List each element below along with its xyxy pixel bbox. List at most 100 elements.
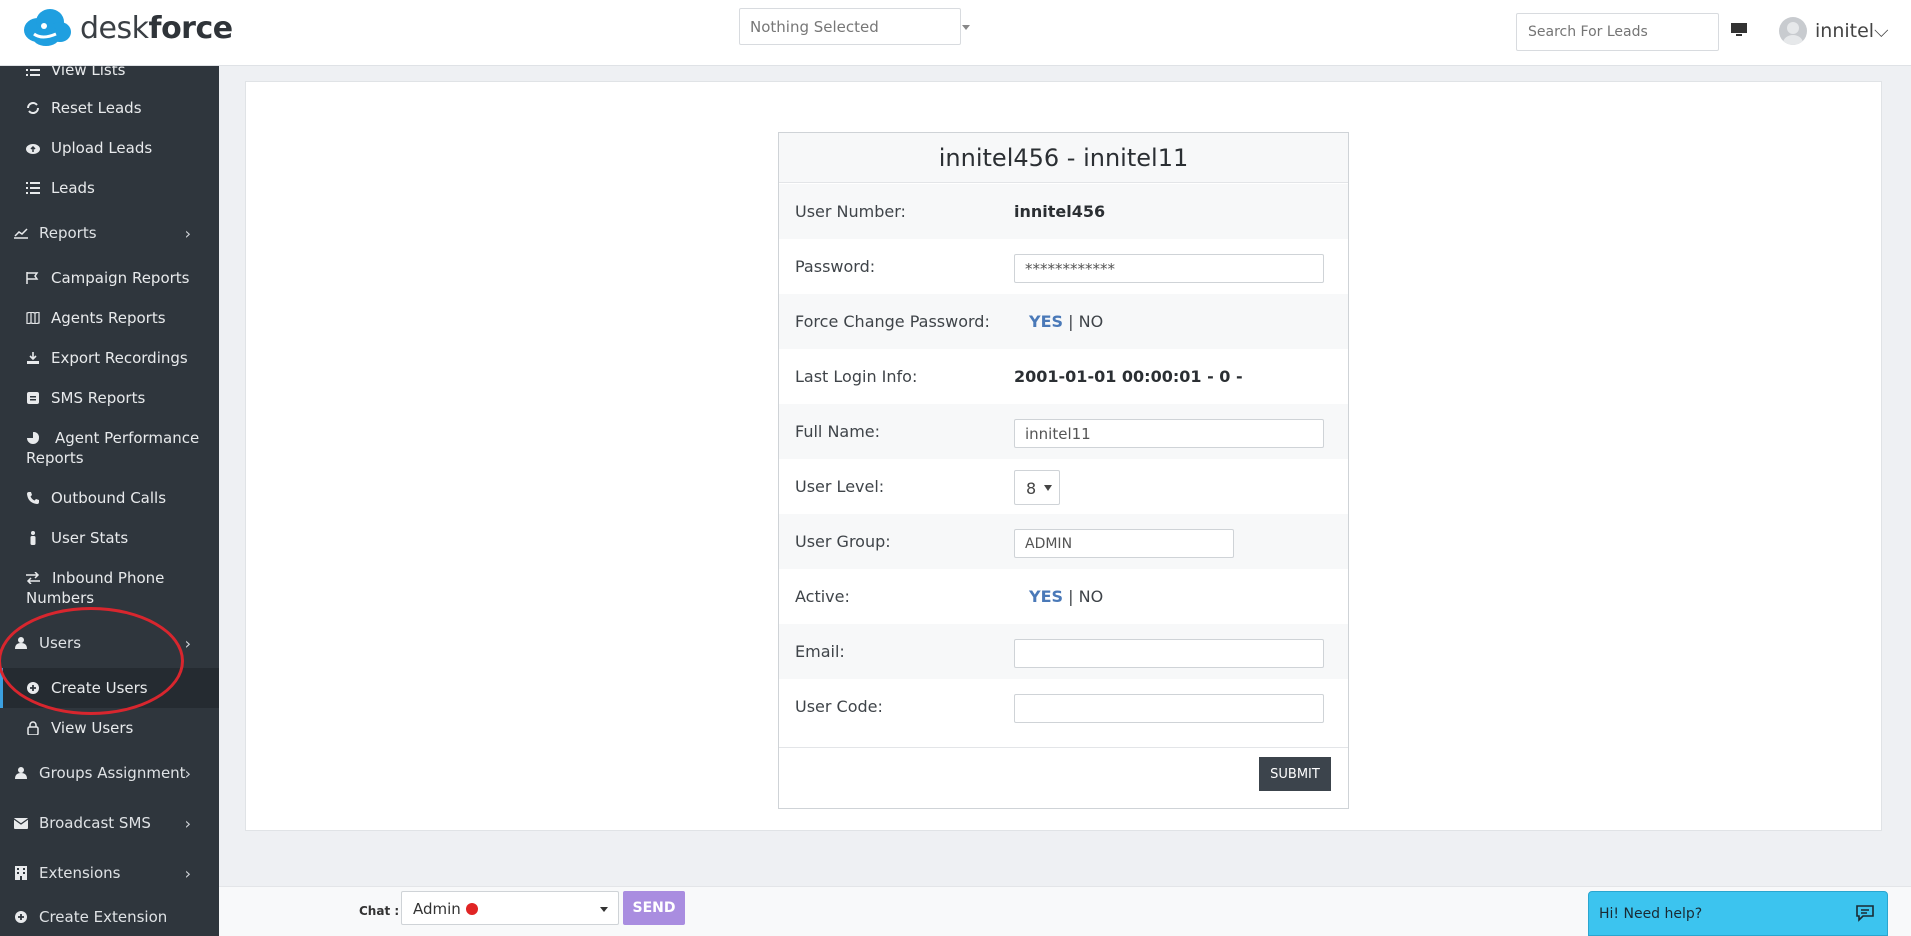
- caret-down-icon: [600, 907, 608, 912]
- brand-logo[interactable]: deskforce: [20, 4, 233, 52]
- chevron-right-icon: ›: [184, 224, 191, 243]
- active-no-link[interactable]: NO: [1079, 587, 1104, 606]
- chat-recipient-select[interactable]: Admin: [401, 891, 619, 925]
- force-change-password-label: Force Change Password:: [795, 312, 990, 331]
- plus-circle-icon: [14, 910, 28, 924]
- row-user-group: User Group: ADMIN: [779, 514, 1348, 569]
- phone-icon: [26, 491, 40, 505]
- user-level-label: User Level:: [795, 477, 885, 496]
- status-dot-icon: [465, 903, 478, 915]
- reset-icon: [26, 101, 40, 115]
- user-level-select[interactable]: 8: [1014, 470, 1060, 505]
- sidebar-item-groups-assignment[interactable]: Groups Assignment ›: [0, 763, 219, 783]
- submit-button[interactable]: SUBMIT: [1259, 757, 1331, 791]
- user-icon: [14, 636, 28, 650]
- list-icon: [26, 66, 40, 77]
- user-icon: [14, 766, 28, 780]
- force-change-no-link[interactable]: NO: [1079, 312, 1104, 331]
- sidebar-item-sms-reports[interactable]: SMS Reports: [0, 388, 219, 408]
- sidebar-item-users[interactable]: Users ›: [0, 633, 219, 653]
- chevron-right-icon: ›: [184, 864, 191, 883]
- help-text: Hi! Need help?: [1599, 906, 1703, 922]
- envelope-icon: [14, 816, 28, 830]
- cloud-upload-icon: [26, 141, 40, 155]
- user-number-label: User Number:: [795, 202, 906, 221]
- user-group-label: User Group:: [795, 532, 891, 551]
- row-password: Password:: [779, 239, 1348, 294]
- chart-icon: [14, 226, 28, 240]
- chat-bubble-icon: [1855, 904, 1875, 926]
- sidebar-item-outbound-calls[interactable]: Outbound Calls: [0, 488, 219, 508]
- campaign-selector[interactable]: Nothing Selected: [739, 8, 970, 45]
- plus-circle-icon: [26, 681, 40, 695]
- row-last-login: Last Login Info: 2001-01-01 00:00:01 - 0…: [779, 349, 1348, 404]
- download-icon: [26, 351, 40, 365]
- sidebar-item-inbound-phone-numbers[interactable]: Inbound Phone Numbers: [0, 568, 219, 608]
- send-button[interactable]: SEND: [623, 891, 685, 925]
- user-menu[interactable]: innitel⌵: [1815, 20, 1888, 42]
- active-yes-link[interactable]: YES: [1029, 587, 1063, 606]
- last-login-label: Last Login Info:: [795, 367, 918, 386]
- list-icon: [26, 181, 40, 195]
- sidebar-item-view-users[interactable]: View Users: [0, 718, 219, 738]
- sidebar-item-view-lists[interactable]: View Lists: [0, 66, 219, 80]
- row-active: Active: YES | NO: [779, 569, 1348, 624]
- active-label: Active:: [795, 587, 850, 606]
- sidebar-item-export-recordings[interactable]: Export Recordings: [0, 348, 219, 368]
- sidebar-item-leads[interactable]: Leads: [0, 178, 219, 198]
- row-email: Email:: [779, 624, 1348, 679]
- full-name-label: Full Name:: [795, 422, 881, 441]
- force-change-password-toggle: YES | NO: [1029, 312, 1104, 331]
- sidebar: View Lists Reset Leads Upload Leads Lead…: [0, 66, 219, 936]
- caret-down-icon: [1044, 485, 1052, 491]
- monitor-icon[interactable]: [1730, 22, 1748, 42]
- campaign-selector-text: Nothing Selected: [750, 18, 879, 36]
- form-title: innitel456 - innitel11: [779, 133, 1348, 183]
- chevron-right-icon: ›: [184, 764, 191, 783]
- sidebar-item-agents-reports[interactable]: Agents Reports: [0, 308, 219, 328]
- email-label: Email:: [795, 642, 845, 661]
- map-icon: [26, 311, 40, 325]
- active-toggle: YES | NO: [1029, 587, 1104, 606]
- brand-name: deskforce: [80, 10, 233, 46]
- user-code-input[interactable]: [1014, 694, 1324, 723]
- search-leads-input[interactable]: [1516, 13, 1719, 51]
- person-icon: [26, 531, 40, 545]
- row-full-name: Full Name:: [779, 404, 1348, 459]
- sidebar-item-user-stats[interactable]: User Stats: [0, 528, 219, 548]
- avatar[interactable]: [1779, 17, 1807, 45]
- cloud-logo-icon: [24, 9, 71, 46]
- help-chat-widget[interactable]: Hi! Need help?: [1588, 891, 1888, 936]
- last-login-value: 2001-01-01 00:00:01 - 0 -: [1014, 367, 1243, 386]
- sidebar-item-reset-leads[interactable]: Reset Leads: [0, 98, 219, 118]
- lock-icon: [26, 721, 40, 735]
- sidebar-item-campaign-reports[interactable]: Campaign Reports: [0, 268, 219, 288]
- sidebar-item-broadcast-sms[interactable]: Broadcast SMS ›: [0, 813, 219, 833]
- email-input[interactable]: [1014, 639, 1324, 668]
- exchange-icon: [26, 571, 40, 585]
- user-code-label: User Code:: [795, 697, 883, 716]
- user-number-value: innitel456: [1014, 202, 1106, 221]
- pie-chart-icon: [26, 431, 40, 445]
- user-edit-form: innitel456 - innitel11 User Number: inni…: [778, 132, 1349, 809]
- password-input[interactable]: [1014, 254, 1324, 283]
- full-name-input[interactable]: [1014, 419, 1324, 448]
- password-label: Password:: [795, 257, 876, 276]
- sidebar-item-extensions[interactable]: Extensions ›: [0, 863, 219, 883]
- sidebar-item-create-users[interactable]: Create Users: [0, 678, 219, 698]
- sidebar-item-create-extension[interactable]: Create Extension: [0, 907, 219, 927]
- row-user-number: User Number: innitel456: [779, 184, 1348, 239]
- user-group-field[interactable]: ADMIN: [1014, 529, 1234, 558]
- flag-icon: [26, 271, 40, 285]
- sidebar-item-upload-leads[interactable]: Upload Leads: [0, 138, 219, 158]
- chevron-right-icon: ›: [184, 814, 191, 833]
- sidebar-item-agent-performance-reports[interactable]: Agent Performance Reports: [0, 428, 219, 468]
- form-actions: SUBMIT: [779, 747, 1348, 809]
- sidebar-item-reports[interactable]: Reports ›: [0, 223, 219, 243]
- chevron-down-icon: ⌵: [1874, 20, 1889, 42]
- row-user-code: User Code:: [779, 679, 1348, 734]
- chevron-right-icon: ›: [184, 634, 191, 653]
- row-force-change-password: Force Change Password: YES | NO: [779, 294, 1348, 349]
- force-change-yes-link[interactable]: YES: [1029, 312, 1063, 331]
- chat-label: Chat :: [359, 904, 400, 918]
